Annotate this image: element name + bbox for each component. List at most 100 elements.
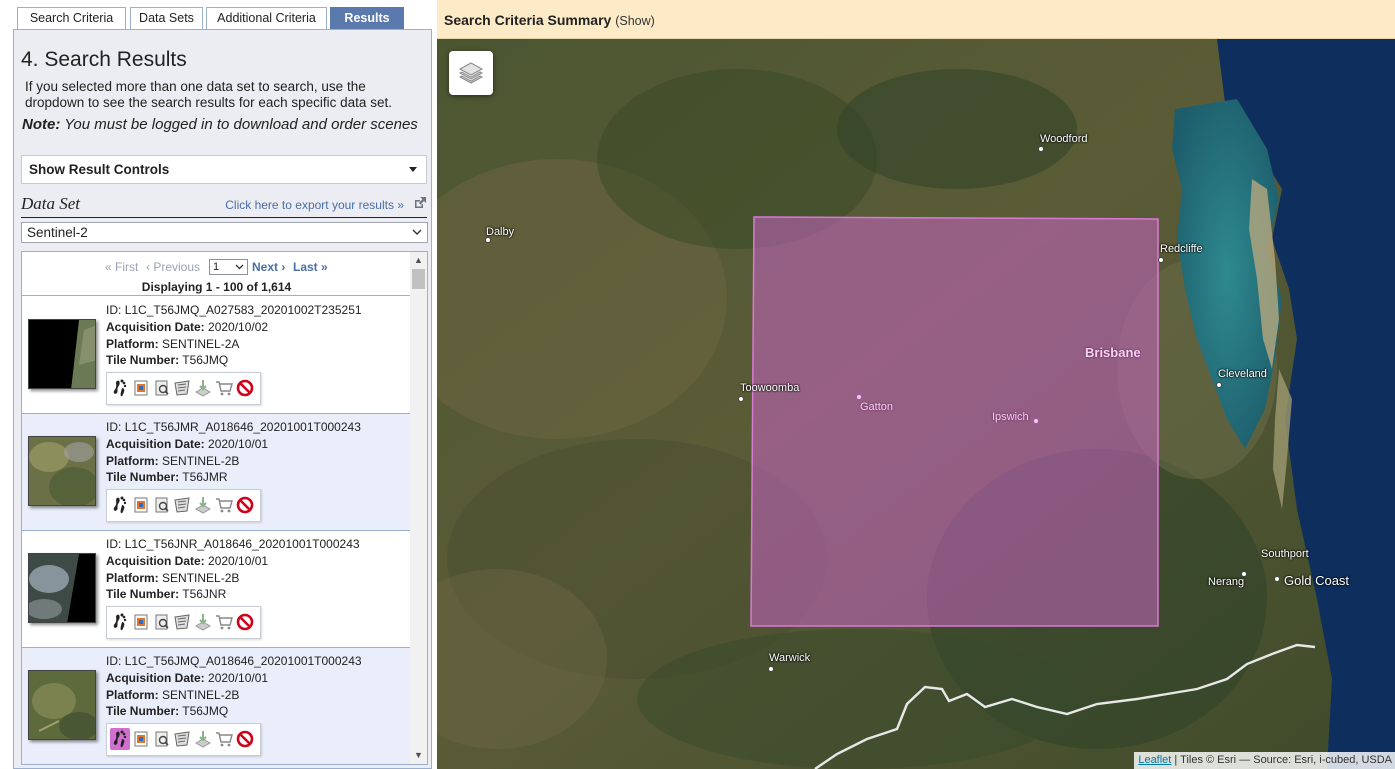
- map-view[interactable]: Search Criteria Summary (Show) Woodford …: [437, 0, 1395, 769]
- footprint-icon[interactable]: [110, 611, 130, 633]
- scene-acq-date: 2020/10/01: [208, 553, 269, 568]
- metadata-icon[interactable]: [152, 728, 172, 750]
- scene-thumbnail[interactable]: [28, 670, 96, 740]
- download-icon[interactable]: [193, 494, 213, 516]
- download-icon[interactable]: [193, 377, 213, 399]
- exclude-icon[interactable]: [235, 728, 255, 750]
- scene-thumbnail[interactable]: [28, 436, 96, 506]
- scene-thumbnail[interactable]: [28, 553, 96, 623]
- metadata-icon[interactable]: [152, 494, 172, 516]
- scene-platform-line: Platform: SENTINEL-2A: [106, 336, 362, 353]
- leaflet-link[interactable]: Leaflet: [1138, 754, 1171, 766]
- place-nerang: Nerang: [1208, 576, 1245, 588]
- show-result-controls-label: Show Result Controls: [29, 162, 170, 177]
- page-select[interactable]: 1: [209, 259, 248, 275]
- scene-actions: [106, 723, 261, 756]
- results-scrollbar[interactable]: ▲ ▼: [410, 252, 427, 764]
- cart-icon[interactable]: [214, 728, 234, 750]
- field-label: Platform:: [106, 570, 159, 585]
- scene-acq-date: 2020/10/01: [208, 436, 269, 451]
- scene-acq-date-line: Acquisition Date: 2020/10/02: [106, 319, 362, 336]
- satellite-basemap[interactable]: [437, 39, 1395, 769]
- exclude-icon[interactable]: [235, 377, 255, 399]
- scene-id-line: ID: L1C_T56JMR_A018646_20201001T000243: [106, 419, 361, 436]
- scene-thumbnail[interactable]: [28, 319, 96, 389]
- field-label: ID:: [106, 537, 122, 551]
- display-count: Displaying 1 - 100 of 1,614: [141, 280, 292, 294]
- footprint-icon[interactable]: [110, 377, 130, 399]
- toowoomba-marker: [738, 396, 744, 402]
- page-title: 4. Search Results: [21, 48, 187, 71]
- tab-search-criteria[interactable]: Search Criteria: [17, 7, 126, 29]
- compare-icon[interactable]: [172, 377, 192, 399]
- export-results-link[interactable]: Click here to export your results »: [225, 198, 404, 212]
- dataset-select-value: Sentinel-2: [27, 225, 88, 240]
- footprint-icon[interactable]: [110, 728, 130, 750]
- overlay-icon[interactable]: [131, 377, 151, 399]
- tab-data-sets[interactable]: Data Sets: [130, 7, 203, 29]
- redcliffe-marker: [1158, 257, 1164, 263]
- metadata-icon[interactable]: [152, 377, 172, 399]
- scene-platform-line: Platform: SENTINEL-2B: [106, 453, 361, 470]
- place-brisbane: Brisbane: [1085, 345, 1141, 360]
- note-text: You must be logged in to download and or…: [64, 116, 418, 133]
- next-page-link[interactable]: Next ›: [252, 260, 285, 274]
- overlay-icon[interactable]: [131, 611, 151, 633]
- scene-metadata: ID: L1C_T56JNR_A018646_20201001T000243 Ac…: [106, 536, 360, 603]
- field-label: ID:: [106, 654, 122, 668]
- result-row[interactable]: ID: L1C_T56JNR_A018646_20201001T000243 Ac…: [22, 531, 411, 648]
- overlay-icon[interactable]: [131, 728, 151, 750]
- external-link-icon[interactable]: [413, 196, 427, 210]
- scene-id: L1C_T56JMQ_A018646_20201001T000243: [124, 654, 362, 668]
- scene-tile-line: Tile Number: T56JNR: [106, 586, 360, 603]
- exclude-icon[interactable]: [235, 611, 255, 633]
- tab-results[interactable]: Results: [330, 7, 404, 29]
- place-ipswich: Ipswich: [992, 411, 1029, 423]
- ipswich-marker: [1033, 418, 1039, 424]
- result-row[interactable]: ID: L1C_T56JMQ_A027583_20201002T235251 Ac…: [22, 297, 411, 414]
- map-attribution: Leaflet | Tiles © Esri — Source: Esri, i…: [1134, 752, 1395, 769]
- layers-icon: [458, 62, 484, 84]
- scene-actions: [106, 489, 261, 522]
- result-row[interactable]: ID: L1C_T56JMR_A018646_20201001T000243 Ac…: [22, 414, 411, 531]
- scene-metadata: ID: L1C_T56JMR_A018646_20201001T000243 Ac…: [106, 419, 361, 486]
- result-row[interactable]: ID: L1C_T56JMQ_A018646_20201001T000243 Ac…: [22, 648, 411, 764]
- tab-additional-criteria[interactable]: Additional Criteria: [206, 7, 327, 29]
- search-criteria-summary-bar[interactable]: Search Criteria Summary (Show): [437, 0, 1395, 39]
- field-label: Acquisition Date:: [106, 436, 205, 451]
- download-icon[interactable]: [193, 611, 213, 633]
- scene-tile: T56JMQ: [182, 353, 229, 368]
- summary-show-link[interactable]: (Show): [615, 14, 655, 28]
- scene-acq-date-line: Acquisition Date: 2020/10/01: [106, 670, 362, 687]
- cart-icon[interactable]: [214, 494, 234, 516]
- scene-metadata: ID: L1C_T56JMQ_A018646_20201001T000243 Ac…: [106, 653, 362, 720]
- scroll-up-icon[interactable]: ▲: [410, 252, 427, 269]
- compare-icon[interactable]: [172, 728, 192, 750]
- overlay-icon[interactable]: [131, 494, 151, 516]
- pagination: « First ‹ Previous 1 Next › Last » Displ…: [22, 252, 411, 296]
- scroll-thumb[interactable]: [412, 269, 425, 289]
- dataset-select[interactable]: Sentinel-2: [21, 222, 428, 243]
- field-label: ID:: [106, 420, 122, 434]
- place-dalby: Dalby: [486, 226, 515, 238]
- cleveland-marker: [1216, 382, 1222, 388]
- field-label: Platform:: [106, 453, 159, 468]
- scene-tile-line: Tile Number: T56JMQ: [106, 352, 362, 369]
- note-label: Note:: [22, 116, 61, 133]
- layers-control-button[interactable]: [449, 51, 493, 95]
- footprint-icon[interactable]: [110, 494, 130, 516]
- compare-icon[interactable]: [172, 494, 192, 516]
- metadata-icon[interactable]: [152, 611, 172, 633]
- scroll-down-icon[interactable]: ▼: [410, 747, 427, 764]
- show-result-controls-button[interactable]: Show Result Controls: [21, 155, 427, 184]
- download-icon[interactable]: [193, 728, 213, 750]
- scene-tile: T56JMQ: [182, 704, 229, 719]
- first-page-link: « First: [105, 260, 139, 274]
- chevron-down-icon: [235, 264, 244, 270]
- cart-icon[interactable]: [214, 377, 234, 399]
- cart-icon[interactable]: [214, 611, 234, 633]
- compare-icon[interactable]: [172, 611, 192, 633]
- exclude-icon[interactable]: [235, 494, 255, 516]
- last-page-link[interactable]: Last »: [293, 260, 328, 274]
- login-note: Note: You must be logged in to download …: [22, 117, 422, 133]
